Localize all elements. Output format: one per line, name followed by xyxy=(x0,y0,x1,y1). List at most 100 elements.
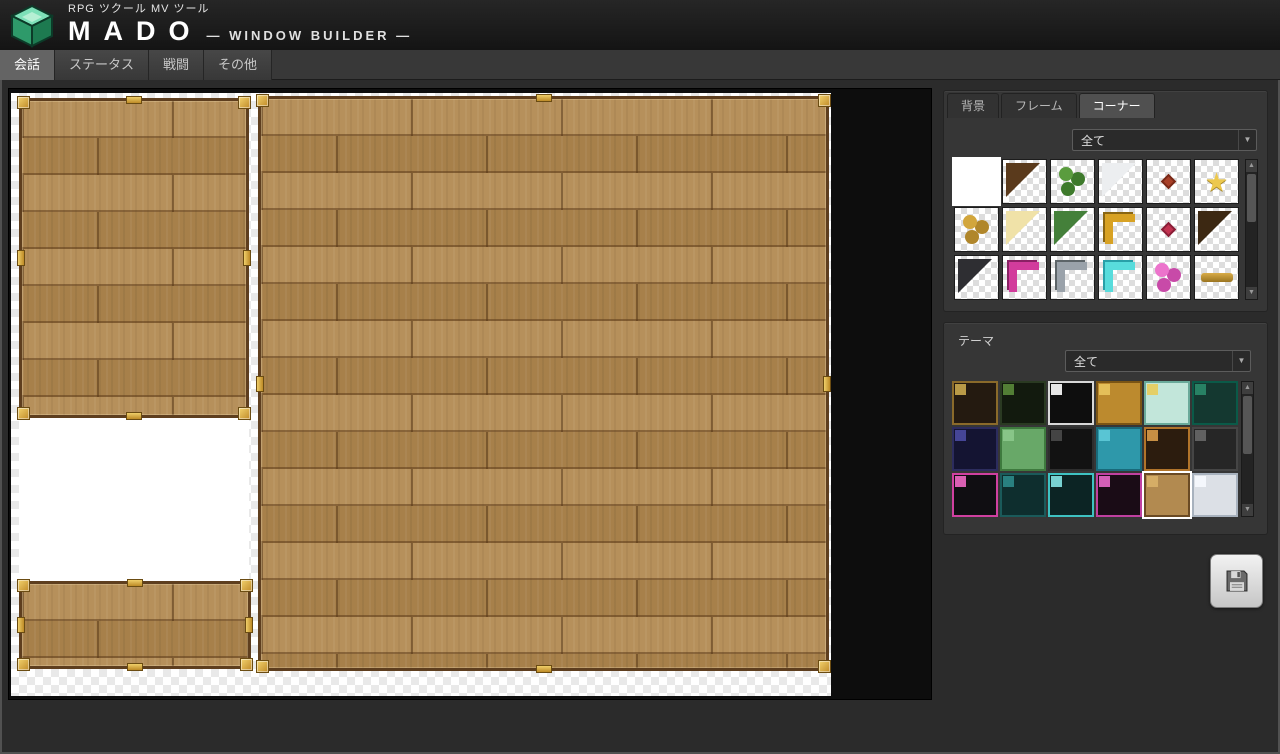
theme-grid-scrollbar[interactable]: ▲ ▼ xyxy=(1241,381,1254,517)
theme-corner-accent xyxy=(1147,476,1158,487)
theme-corner-accent xyxy=(1099,430,1110,441)
frame-corner-bracket xyxy=(17,96,30,109)
theme-item-black-cyan[interactable] xyxy=(1048,473,1094,517)
corner-item-ribbon[interactable] xyxy=(1146,207,1191,252)
gold-bar-bar-shape xyxy=(1201,273,1233,282)
corner-filter-value: 全て xyxy=(1073,132,1238,149)
theme-corner-accent xyxy=(1195,384,1206,395)
frame-corner-bracket xyxy=(17,579,30,592)
nav-tab-戦闘[interactable]: 戦闘 xyxy=(149,50,204,80)
scroll-thumb[interactable] xyxy=(1247,174,1256,222)
paper-corner-shape xyxy=(1102,163,1136,197)
corner-item-gold-ornate[interactable] xyxy=(954,207,999,252)
frame-edge-clamp xyxy=(17,250,25,266)
corner-item-pink-ornament[interactable] xyxy=(1146,255,1191,300)
preview-window-large[interactable] xyxy=(258,96,829,671)
frame-edge-clamp xyxy=(823,376,831,392)
window-bg-white xyxy=(19,418,249,581)
frame-corner-bracket xyxy=(818,660,831,673)
theme-corner-accent xyxy=(955,384,966,395)
save-button[interactable] xyxy=(1210,554,1263,608)
frame-edge-clamp xyxy=(127,579,143,587)
frame-corner-bracket xyxy=(818,94,831,107)
wood-gold-corner-shape xyxy=(1006,163,1040,197)
theme-corner-accent xyxy=(1051,384,1062,395)
corner-item-foliage[interactable] xyxy=(1050,159,1095,204)
theme-item-pink-dots[interactable] xyxy=(1096,473,1142,517)
ribbon-mark-shape xyxy=(1161,222,1177,238)
scroll-down-icon[interactable]: ▼ xyxy=(1242,504,1253,516)
frame-edge-clamp xyxy=(536,665,552,673)
frame-edge-clamp xyxy=(243,250,251,266)
scroll-up-icon[interactable]: ▲ xyxy=(1242,382,1253,394)
corner-item-wood-gold[interactable] xyxy=(1002,159,1047,204)
mado-window: RPG ツクール MV ツール MADO — WINDOW BUILDER — … xyxy=(0,0,1280,754)
theme-item-cyan[interactable] xyxy=(1096,427,1142,471)
theme-item-pale-gray[interactable] xyxy=(1192,473,1238,517)
steel-frame-corner-shape xyxy=(1057,262,1087,292)
pink-ornament-ornament-shape xyxy=(1155,263,1169,277)
theme-item-mono-white[interactable] xyxy=(1048,381,1094,425)
nav-tab-会話[interactable]: 会話 xyxy=(0,50,55,80)
gold-ornate-ornament-shape xyxy=(963,215,977,229)
theme-item-green-flat[interactable] xyxy=(1000,427,1046,471)
corner-item-gold-frame[interactable] xyxy=(1098,207,1143,252)
corner-item-star[interactable]: ★ xyxy=(1194,159,1239,204)
corner-item-blank[interactable] xyxy=(954,159,999,204)
theme-item-dark-teal[interactable] xyxy=(1192,381,1238,425)
theme-item-forest-black[interactable] xyxy=(1000,381,1046,425)
theme-item-gray-dark[interactable] xyxy=(1192,427,1238,471)
theme-corner-accent xyxy=(1195,476,1206,487)
preview-window-tall[interactable] xyxy=(19,98,249,418)
corner-item-cyan-frame[interactable] xyxy=(1098,255,1143,300)
theme-item-black-pink[interactable] xyxy=(952,473,998,517)
nav-tab-その他[interactable]: その他 xyxy=(204,50,272,80)
theme-filter-value: 全て xyxy=(1066,353,1232,370)
theme-corner-accent xyxy=(1003,384,1014,395)
nav-tab-ステータス[interactable]: ステータス xyxy=(55,50,149,80)
scroll-down-icon[interactable]: ▼ xyxy=(1246,287,1257,299)
theme-item-wood[interactable] xyxy=(1144,473,1190,517)
parts-tab-コーナー[interactable]: コーナー xyxy=(1079,93,1155,118)
frame-corner-bracket xyxy=(240,658,253,671)
canvas-region xyxy=(8,88,932,700)
parts-tab-フレーム[interactable]: フレーム xyxy=(1001,93,1077,118)
corner-item-paper[interactable] xyxy=(1098,159,1143,204)
parts-tab-背景[interactable]: 背景 xyxy=(947,93,999,118)
theme-item-amber-dark[interactable] xyxy=(1144,427,1190,471)
artboard[interactable] xyxy=(11,93,831,696)
theme-item-navy[interactable] xyxy=(952,427,998,471)
corner-item-green-leaf[interactable] xyxy=(1050,207,1095,252)
theme-corner-accent xyxy=(1003,430,1014,441)
preview-window-small[interactable] xyxy=(19,581,251,669)
app-tagline: — WINDOW BUILDER — xyxy=(207,29,413,44)
theme-corner-accent xyxy=(1147,430,1158,441)
scroll-up-icon[interactable]: ▲ xyxy=(1246,160,1257,172)
theme-filter-dropdown[interactable]: 全て ▼ xyxy=(1065,350,1251,372)
theme-panel: テーマ 全て ▼ ▲ ▼ xyxy=(943,322,1268,535)
theme-label: テーマ xyxy=(958,332,994,349)
theme-corner-accent xyxy=(1051,476,1062,487)
parts-tab-bar: 背景フレームコーナー xyxy=(947,93,1157,118)
frame-corner-bracket xyxy=(17,407,30,420)
corner-filter-dropdown[interactable]: 全て ▼ xyxy=(1072,129,1257,151)
corner-item-magenta-frame[interactable] xyxy=(1002,255,1047,300)
theme-item-orange-gold[interactable] xyxy=(1096,381,1142,425)
theme-item-dark-wood-gold[interactable] xyxy=(952,381,998,425)
corner-item-black-metal[interactable] xyxy=(954,255,999,300)
scroll-thumb[interactable] xyxy=(1243,396,1252,454)
frame-corner-bracket xyxy=(238,407,251,420)
corner-item-parchment[interactable] xyxy=(1002,207,1047,252)
frame-corner-bracket xyxy=(238,96,251,109)
theme-item-pale-teal-star[interactable] xyxy=(1144,381,1190,425)
header: RPG ツクール MV ツール MADO — WINDOW BUILDER — xyxy=(0,0,1280,50)
corner-item-gold-bar[interactable] xyxy=(1194,255,1239,300)
theme-item-black-weave[interactable] xyxy=(1048,427,1094,471)
corner-item-red-seal[interactable] xyxy=(1146,159,1191,204)
corner-item-dark-wood[interactable] xyxy=(1194,207,1239,252)
frame-corner-bracket xyxy=(256,660,269,673)
corner-item-steel-frame[interactable] xyxy=(1050,255,1095,300)
corner-grid-scrollbar[interactable]: ▲ ▼ xyxy=(1245,159,1258,300)
parts-panel: 背景フレームコーナー 全て ▼ ★ ▲ ▼ xyxy=(943,90,1268,312)
theme-item-deep-teal[interactable] xyxy=(1000,473,1046,517)
